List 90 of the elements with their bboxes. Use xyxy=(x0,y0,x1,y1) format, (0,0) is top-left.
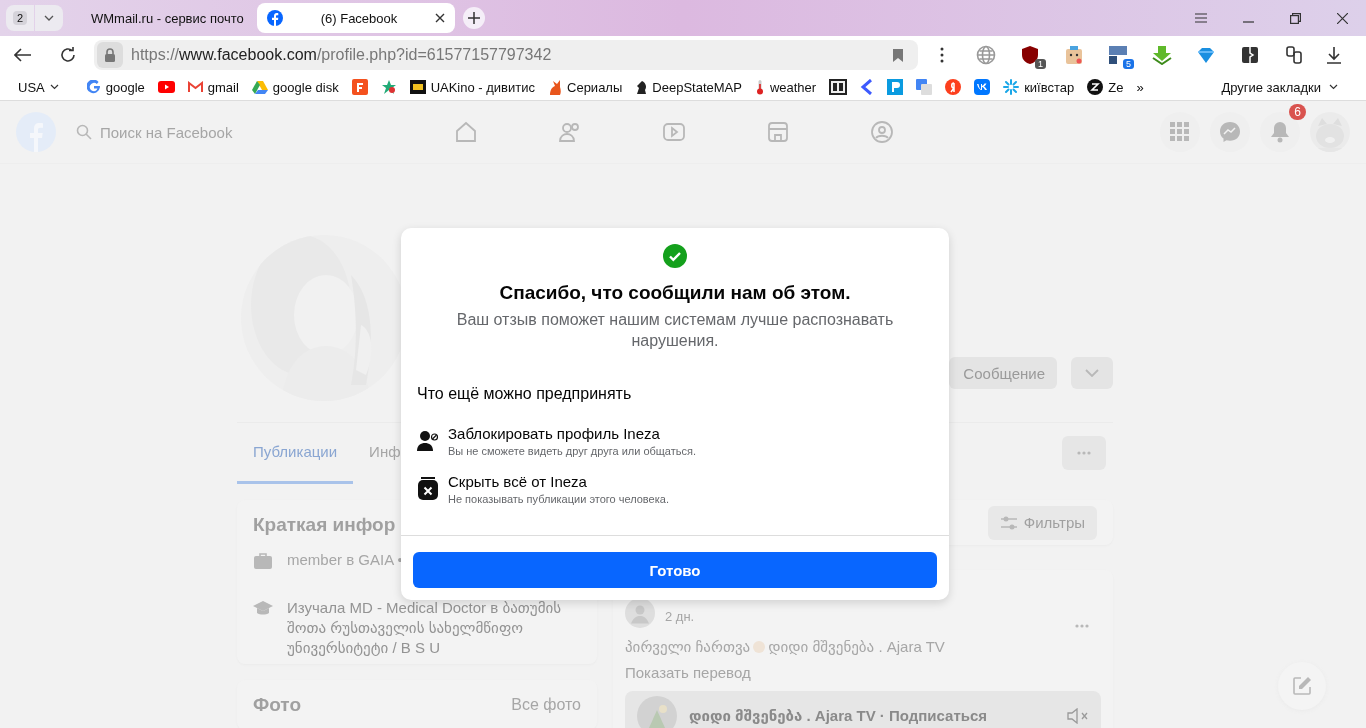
lock-icon xyxy=(104,48,116,62)
edit-icon xyxy=(1292,676,1312,696)
reload-icon[interactable] xyxy=(60,47,76,63)
site-icon xyxy=(86,80,101,94)
tab-counter[interactable]: 2 xyxy=(6,5,34,31)
bell-icon xyxy=(1270,121,1290,143)
address-bar[interactable]: https://www.facebook.com/profile.php?id=61577157797342 xyxy=(94,40,918,70)
more-icon xyxy=(1077,451,1091,455)
badge: 5 xyxy=(1123,59,1134,69)
overflow-button[interactable]: » xyxy=(1136,79,1144,95)
site-icon xyxy=(409,80,426,94)
briefcase-icon xyxy=(253,552,273,570)
site-icon xyxy=(887,79,904,95)
post-text: პირველი ჩართვა xyxy=(625,638,751,656)
emoji-icon xyxy=(752,640,767,654)
more-icon[interactable] xyxy=(940,47,944,63)
dialog-message: Ваш отзыв поможет нашим системам лучше распознавать нарушения. xyxy=(455,310,895,351)
site-icon xyxy=(380,79,397,95)
browser-tab[interactable]: WMmail.ru - сервис почто xyxy=(71,3,249,33)
extension-icon[interactable] xyxy=(1020,45,1040,65)
search-icon xyxy=(76,124,92,140)
card-title: Фото xyxy=(253,694,301,716)
extension-icon[interactable] xyxy=(1240,45,1260,65)
download-icon[interactable] xyxy=(1326,46,1342,64)
section-heading: Что ещё можно предпринять xyxy=(417,385,633,403)
tabs-menu-button[interactable] xyxy=(35,5,63,31)
graduation-cap-icon xyxy=(253,600,273,616)
site-icon xyxy=(916,79,933,95)
option-description: Не показывать публикации этого человека. xyxy=(448,493,669,505)
bookmark[interactable]: weather xyxy=(754,79,817,95)
sliders-icon xyxy=(999,515,1018,530)
dialog-title: Спасибо, что сообщили нам об этом. xyxy=(498,282,852,304)
close-icon[interactable] xyxy=(435,13,445,23)
site-icon xyxy=(635,79,648,95)
extension-icon[interactable] xyxy=(1108,45,1128,65)
intro-text: Изучала MD - Medical Doctor в ბათუმის შოთა რუსთაველის სახელმწიფო უნივერსიტეტი / B S U xyxy=(287,598,563,658)
url-text: https://www.facebook.com/profile.php?id=61577157797342 xyxy=(131,46,552,64)
bookmark[interactable]: Ze xyxy=(1087,79,1124,95)
site-icon xyxy=(251,80,268,94)
site-icon xyxy=(945,79,962,95)
post-time: 2 дн. xyxy=(665,609,695,624)
chevron-icon xyxy=(44,15,54,21)
grid-icon xyxy=(1170,122,1190,142)
bookmark[interactable]: київстар xyxy=(1003,79,1075,95)
option-title[interactable]: Скрыть всё от Ineza xyxy=(448,473,669,490)
card-title: Краткая инфор xyxy=(253,514,397,536)
bookmark[interactable]: Сериалы xyxy=(548,79,623,95)
bookmark[interactable]: USA xyxy=(18,79,59,95)
plus-icon xyxy=(468,12,480,24)
bookmark[interactable]: gmail xyxy=(187,79,239,95)
site-icon xyxy=(548,79,562,95)
check-icon xyxy=(663,244,687,268)
other-bookmarks[interactable]: Другие закладки xyxy=(1221,79,1338,95)
site-icon xyxy=(974,79,991,95)
restore-icon[interactable] xyxy=(1290,12,1301,24)
chevron-icon xyxy=(49,84,59,90)
site-icon xyxy=(829,79,848,95)
chevron-icon xyxy=(1329,84,1338,90)
chevron-icon xyxy=(1085,369,1099,377)
done-button[interactable]: Готово xyxy=(413,552,937,588)
bookmark[interactable]: google disk xyxy=(251,79,339,95)
messenger-icon xyxy=(1219,121,1241,143)
menu-icon[interactable] xyxy=(1195,12,1207,23)
bookmark[interactable]: UAKino - дивитис xyxy=(409,79,535,95)
site-icon xyxy=(1087,79,1104,95)
hide-box-icon xyxy=(417,477,439,501)
facebook-logo-icon xyxy=(267,10,283,26)
option-title[interactable]: Заблокировать профиль Ineza xyxy=(448,425,696,442)
site-icon xyxy=(157,81,175,93)
site-icon xyxy=(754,79,765,95)
mute-icon[interactable] xyxy=(1067,708,1089,724)
site-icon xyxy=(1003,79,1020,95)
bookmark[interactable]: google xyxy=(86,79,145,95)
back-icon[interactable] xyxy=(14,48,32,62)
bookmark[interactable]: DeepStateMAP xyxy=(635,79,742,95)
bookmark[interactable] xyxy=(829,79,848,95)
option-description: Вы не сможете видеть друг друга или общаться. xyxy=(448,445,696,457)
block-user-icon xyxy=(417,430,439,452)
notification-badge: 6 xyxy=(1289,104,1306,120)
post-text: დიდი მშვენება . Ajara TV xyxy=(768,638,945,656)
site-icon xyxy=(187,81,203,93)
site-icon xyxy=(860,79,875,95)
browser-tab[interactable]: (6) Facebook xyxy=(257,3,455,33)
new-tab-button[interactable] xyxy=(463,7,485,29)
bookmark-icon[interactable] xyxy=(892,47,904,63)
extension-icon[interactable] xyxy=(1284,45,1304,65)
site-icon xyxy=(351,79,368,95)
reel-title: დიდი მშვენება . Ajara TV · Подписаться xyxy=(689,707,988,725)
badge: 1 xyxy=(1035,59,1046,69)
close-icon[interactable] xyxy=(1337,12,1348,24)
